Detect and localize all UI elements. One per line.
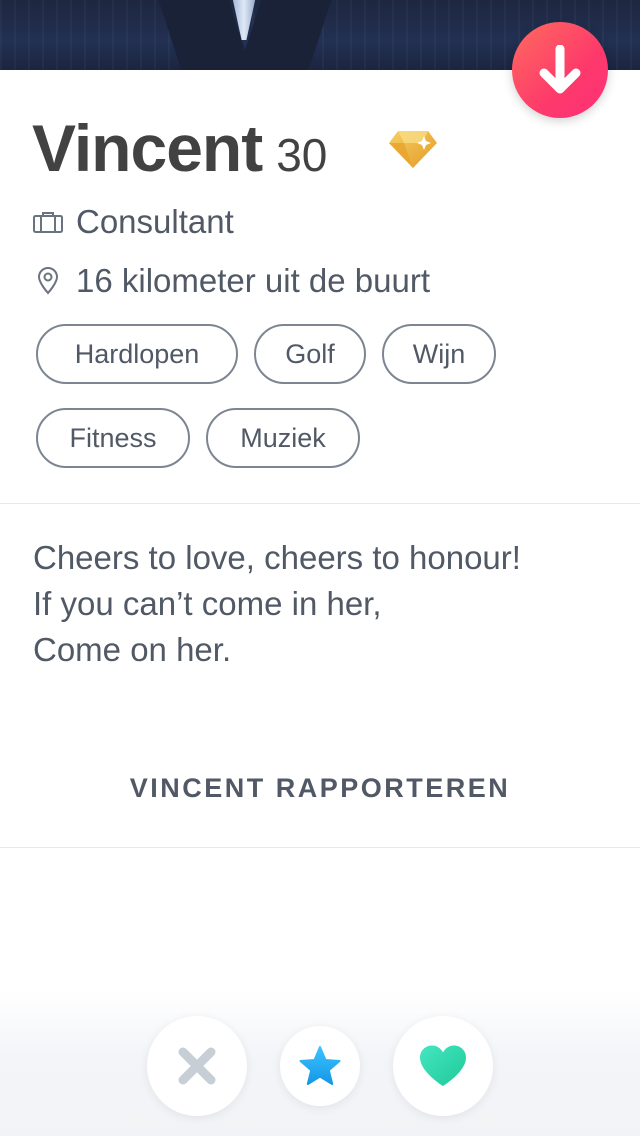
interest-tag[interactable]: Golf (254, 324, 366, 384)
name-age-row: Vincent 30 (32, 110, 327, 186)
bio-line: If you can’t come in her, (33, 585, 382, 622)
arrow-down-icon (539, 45, 581, 94)
interest-tag[interactable]: Muziek (206, 408, 360, 468)
close-icon (178, 1047, 216, 1085)
bio-line: Come on her. (33, 631, 232, 668)
job-line: Consultant (32, 203, 234, 241)
bio-text: Cheers to love, cheers to honour! If you… (33, 535, 521, 673)
heart-icon (420, 1045, 466, 1086)
nope-button[interactable] (147, 1016, 247, 1116)
report-button[interactable]: VINCENT RAPPORTEREN (0, 768, 640, 808)
divider (0, 503, 640, 504)
profile-age: 30 (276, 129, 328, 181)
superlike-button[interactable] (280, 1026, 360, 1106)
star-icon (299, 1046, 341, 1085)
profile-name: Vincent (32, 111, 263, 185)
distance-line: 16 kilometer uit de buurt (32, 262, 430, 300)
profile-page: Vincent 30 Consultant 16 kilometer uit d… (0, 0, 640, 1136)
interest-tag[interactable]: Wijn (382, 324, 496, 384)
interest-tag[interactable]: Hardlopen (36, 324, 238, 384)
interest-tag[interactable]: Fitness (36, 408, 190, 468)
distance-text: 16 kilometer uit de buurt (76, 262, 431, 299)
diamond-icon (389, 131, 437, 168)
like-button[interactable] (393, 1016, 493, 1116)
briefcase-icon (32, 206, 64, 238)
collapse-profile-button[interactable] (512, 22, 608, 118)
location-pin-icon (32, 265, 64, 297)
job-title: Consultant (76, 203, 234, 240)
divider (0, 847, 640, 848)
bio-line: Cheers to love, cheers to honour! (33, 539, 521, 576)
